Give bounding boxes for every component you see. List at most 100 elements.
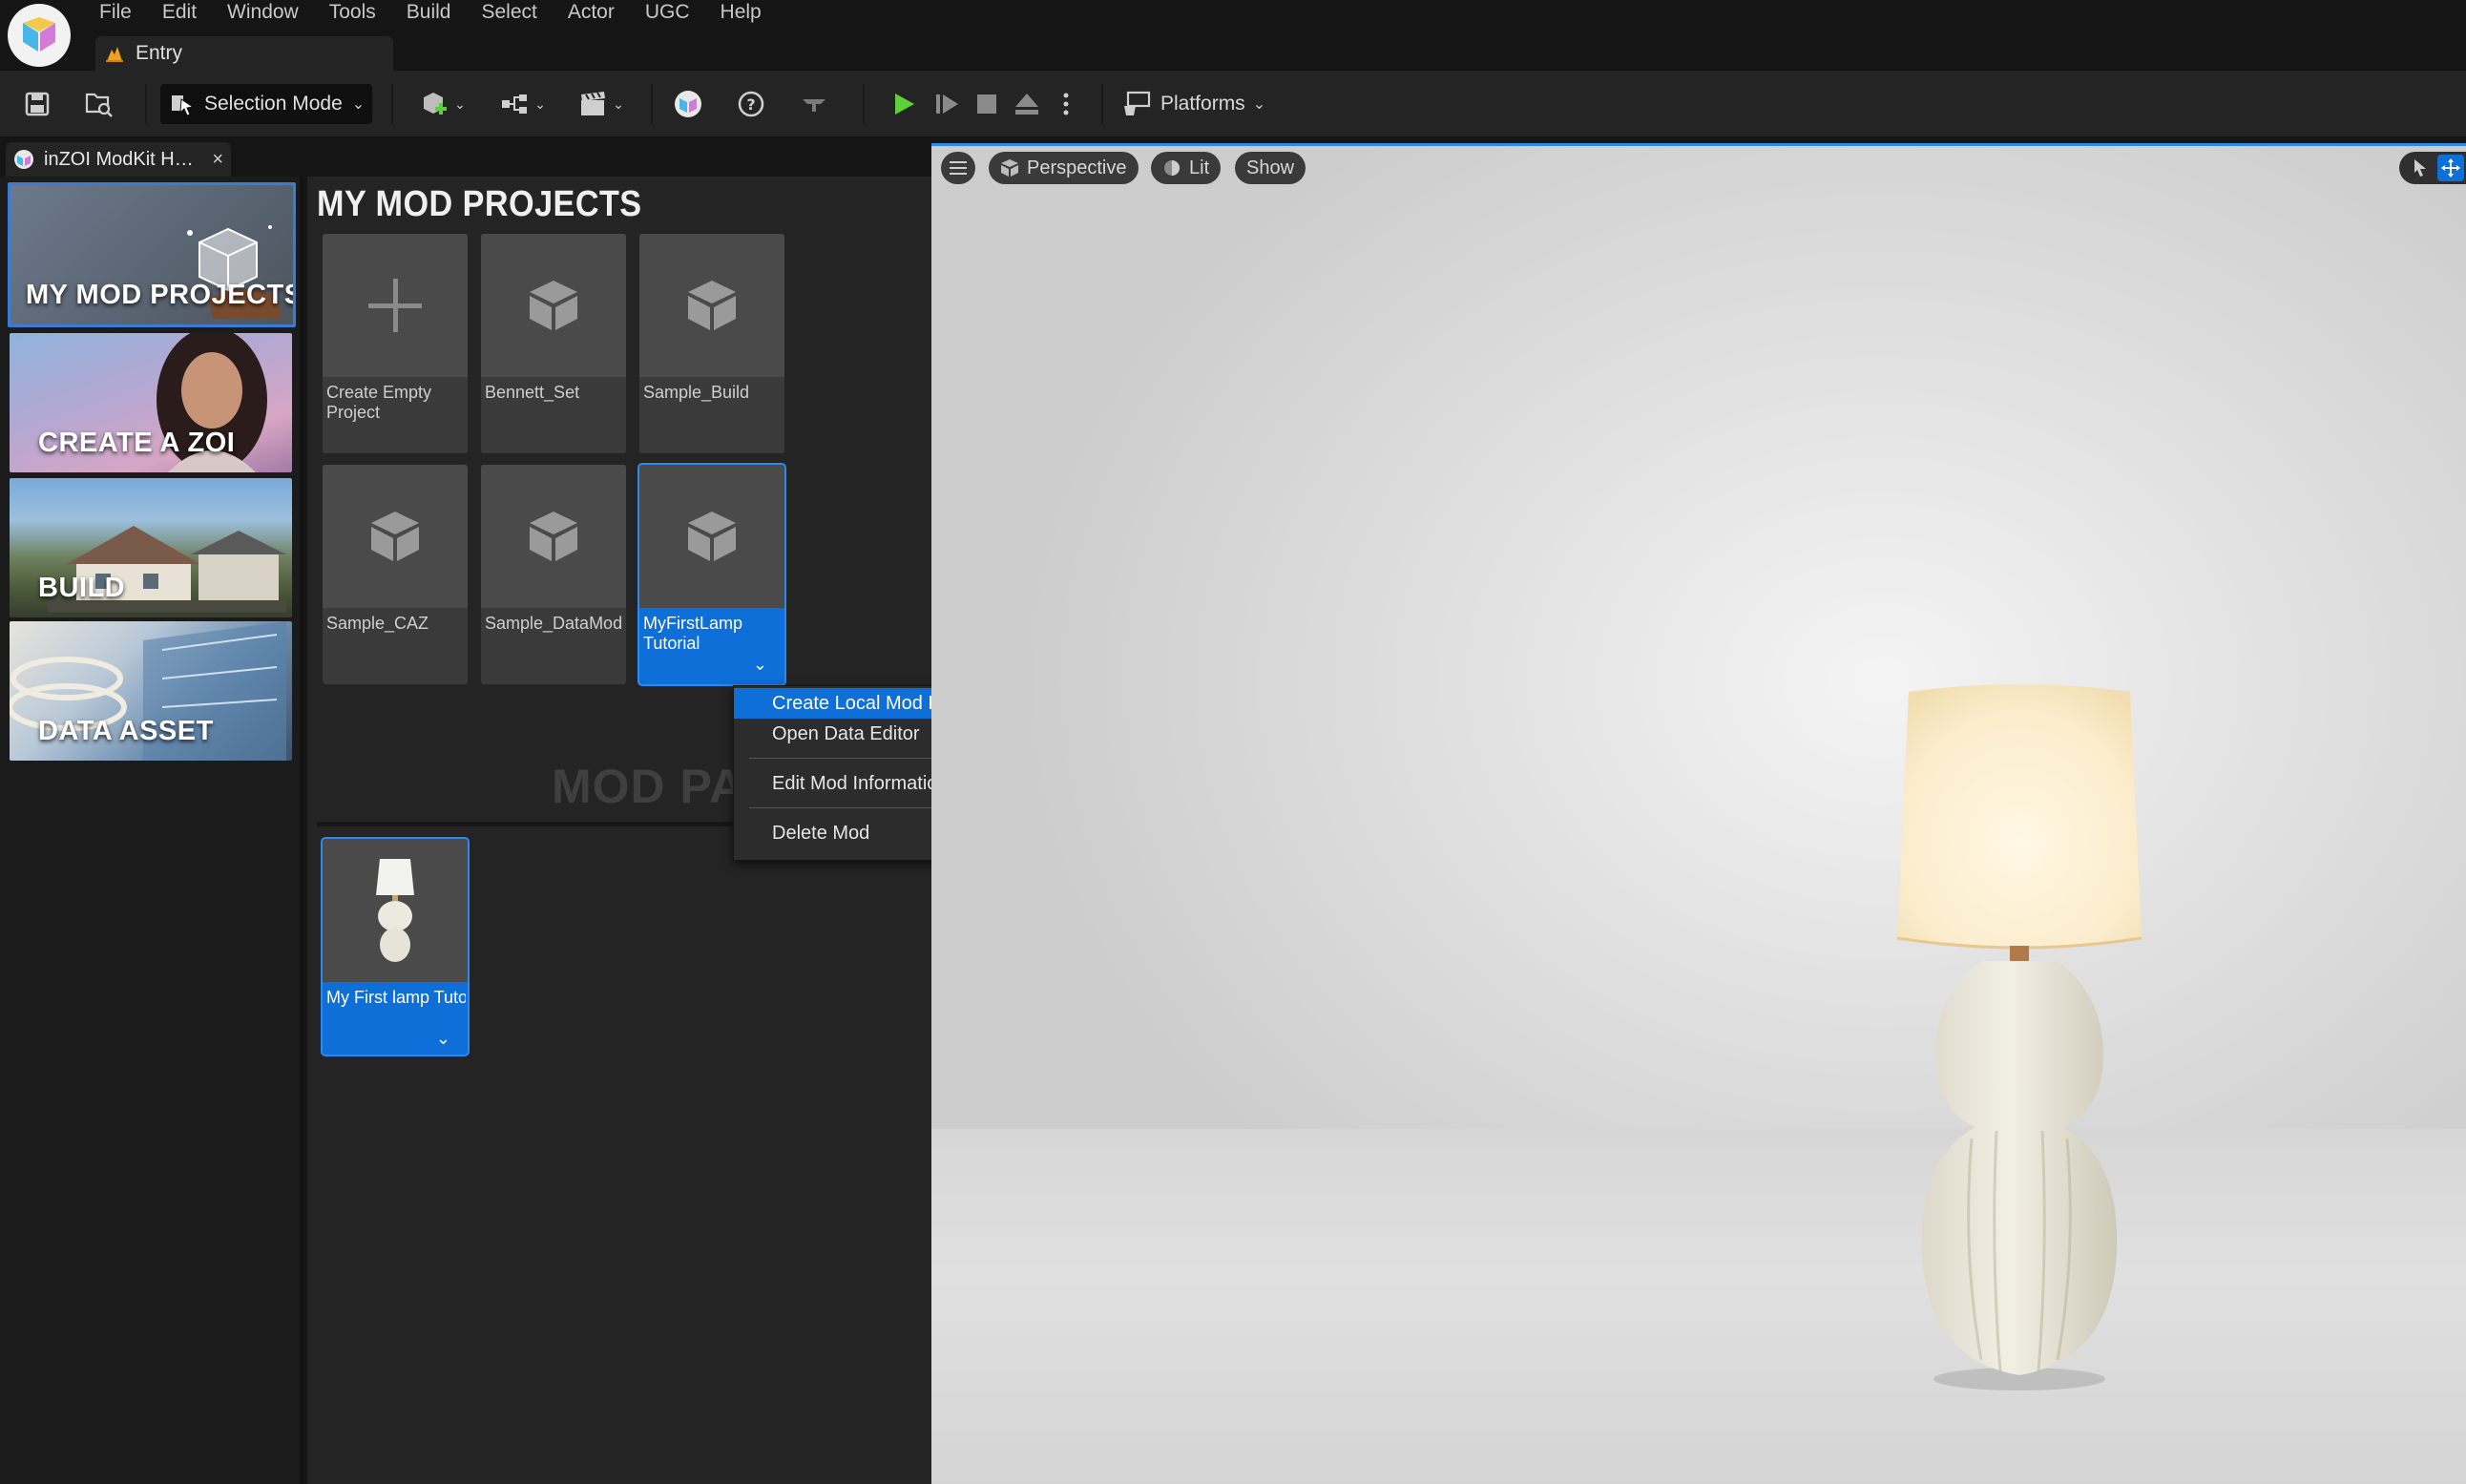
viewport-menu-button[interactable] (941, 152, 975, 184)
cube-icon (530, 281, 577, 330)
table-lamp-model[interactable] (1886, 680, 2153, 1406)
project-thumbnail (639, 465, 784, 608)
lamp-thumbnail (323, 839, 468, 982)
project-card-myfirstlamp-tutorial[interactable]: MyFirstLamp Tutorial ⌄ (637, 463, 786, 686)
play-icon[interactable] (886, 86, 922, 122)
category-label: MY MOD PROJECTS (26, 280, 296, 310)
page-title: MY MOD PROJECTS (317, 184, 642, 224)
chevron-down-icon: ⌄ (351, 96, 366, 113)
project-card-create-empty[interactable]: Create Empty Project (323, 234, 468, 453)
level-tab-label: Entry (136, 42, 183, 64)
package-card-my-first-lamp[interactable]: My First lamp Tutorial ⌄ (321, 837, 470, 1056)
menu-file[interactable]: File (84, 0, 147, 25)
project-thumbnail (639, 234, 784, 377)
menu-actor[interactable]: Actor (553, 0, 630, 25)
category-my-mod-projects[interactable]: MY MOD PROJECTS (8, 182, 296, 327)
lit-label: Lit (1189, 157, 1210, 178)
menu-tools[interactable]: Tools (314, 0, 391, 25)
project-name: Sample_CAZ (326, 614, 429, 633)
chevron-down-icon[interactable]: ⌄ (753, 655, 767, 675)
svg-text:?: ? (746, 95, 755, 114)
move-tool-icon[interactable] (2437, 155, 2464, 181)
platforms-icon (1124, 91, 1151, 115)
more-icon[interactable] (1050, 86, 1082, 122)
chevron-down-icon[interactable]: ⌄ (436, 1029, 450, 1049)
cube-icon (371, 512, 419, 561)
blueprint-icon[interactable]: ⌄ (494, 86, 552, 122)
project-thumbnail (481, 465, 626, 608)
save-icon[interactable] (19, 86, 55, 122)
show-button[interactable]: Show (1235, 152, 1306, 184)
project-card-bennett-set[interactable]: Bennett_Set (481, 234, 626, 453)
project-name: Create Empty Project (326, 383, 432, 422)
eject-icon[interactable] (1010, 86, 1044, 122)
package-name: My First lamp Tutorial (326, 988, 466, 1007)
menu-select[interactable]: Select (466, 0, 552, 25)
stop-icon[interactable] (970, 86, 1004, 122)
inzoi-logo-icon[interactable] (8, 4, 71, 67)
lit-icon (1164, 160, 1180, 176)
step-icon[interactable] (930, 86, 964, 122)
document-tab-strip: inZOI ModKit H… × (0, 138, 931, 177)
settings-icon[interactable] (796, 86, 832, 122)
select-tool-icon[interactable] (2407, 155, 2434, 181)
selection-mode-label: Selection Mode (204, 93, 343, 115)
toolbar-separator (145, 84, 147, 124)
inzoi-icon (14, 150, 33, 169)
cube-icon (530, 512, 577, 561)
level-viewport[interactable]: Perspective Lit Show (931, 143, 2466, 1484)
menu-bar: File Edit Window Tools Build Select Acto… (0, 0, 2466, 71)
plus-icon (368, 279, 422, 332)
category-sidebar: MY MOD PROJECTS CREATE A ZOI BUILD DATA … (0, 177, 303, 1484)
selection-mode-dropdown[interactable]: Selection Mode ⌄ (160, 84, 372, 124)
menu-build[interactable]: Build (391, 0, 467, 25)
add-actor-icon[interactable]: ⌄ (414, 86, 471, 122)
project-thumbnail (323, 465, 468, 608)
category-label: CREATE A ZOI (38, 428, 236, 458)
section-title-mod-packages: MOD PACKAGES (552, 760, 739, 813)
tab-inzoi-modkit-hub[interactable]: inZOI ModKit H… × (6, 142, 231, 177)
show-label: Show (1246, 157, 1295, 178)
project-thumbnail (481, 234, 626, 377)
category-create-a-zoi[interactable]: CREATE A ZOI (10, 333, 292, 472)
toolbar-separator (1101, 84, 1103, 124)
category-data-asset[interactable]: DATA ASSET (10, 621, 292, 761)
project-card-sample-caz[interactable]: Sample_CAZ (323, 465, 468, 684)
close-icon[interactable]: × (212, 149, 223, 171)
menu-window[interactable]: Window (212, 0, 314, 25)
level-tab-entry[interactable]: Entry (95, 36, 393, 71)
hamburger-icon (950, 161, 967, 175)
project-card-sample-build[interactable]: Sample_Build (639, 234, 784, 453)
menu-edit[interactable]: Edit (147, 0, 212, 25)
menu-items: File Edit Window Tools Build Select Acto… (84, 0, 777, 25)
cube-icon (688, 512, 736, 561)
perspective-button[interactable]: Perspective (989, 152, 1139, 184)
project-name: Sample_DataMod (485, 614, 623, 633)
cube-icon (1001, 159, 1018, 177)
project-name: Bennett_Set (485, 383, 580, 402)
project-name: MyFirstLamp Tutorial (643, 614, 743, 653)
viewport-floor (931, 1129, 2466, 1484)
selection-mode-icon (172, 95, 195, 116)
inzoi-icon[interactable] (670, 86, 706, 122)
lit-button[interactable]: Lit (1151, 152, 1222, 184)
cube-icon (688, 281, 736, 330)
toolbar-separator (391, 84, 393, 124)
transform-tools (2399, 152, 2466, 184)
project-card-sample-datamod[interactable]: Sample_DataMod (481, 465, 626, 684)
perspective-label: Perspective (1027, 157, 1127, 178)
menu-ugc[interactable]: UGC (630, 0, 705, 25)
help-icon[interactable]: ? (733, 86, 769, 122)
level-icon (106, 47, 123, 62)
menu-help[interactable]: Help (705, 0, 777, 25)
category-build[interactable]: BUILD (10, 478, 292, 617)
category-label: DATA ASSET (38, 716, 214, 746)
toolbar-separator (651, 84, 653, 124)
project-thumbnail (323, 234, 468, 377)
cinematics-icon[interactable]: ⌄ (573, 86, 630, 122)
content-browser-icon[interactable] (80, 86, 118, 122)
platforms-label: Platforms (1160, 93, 1245, 115)
platforms-dropdown[interactable]: Platforms ⌄ (1122, 86, 1265, 122)
toolbar-separator (863, 84, 865, 124)
doc-tab-label: inZOI ModKit H… (44, 148, 194, 170)
